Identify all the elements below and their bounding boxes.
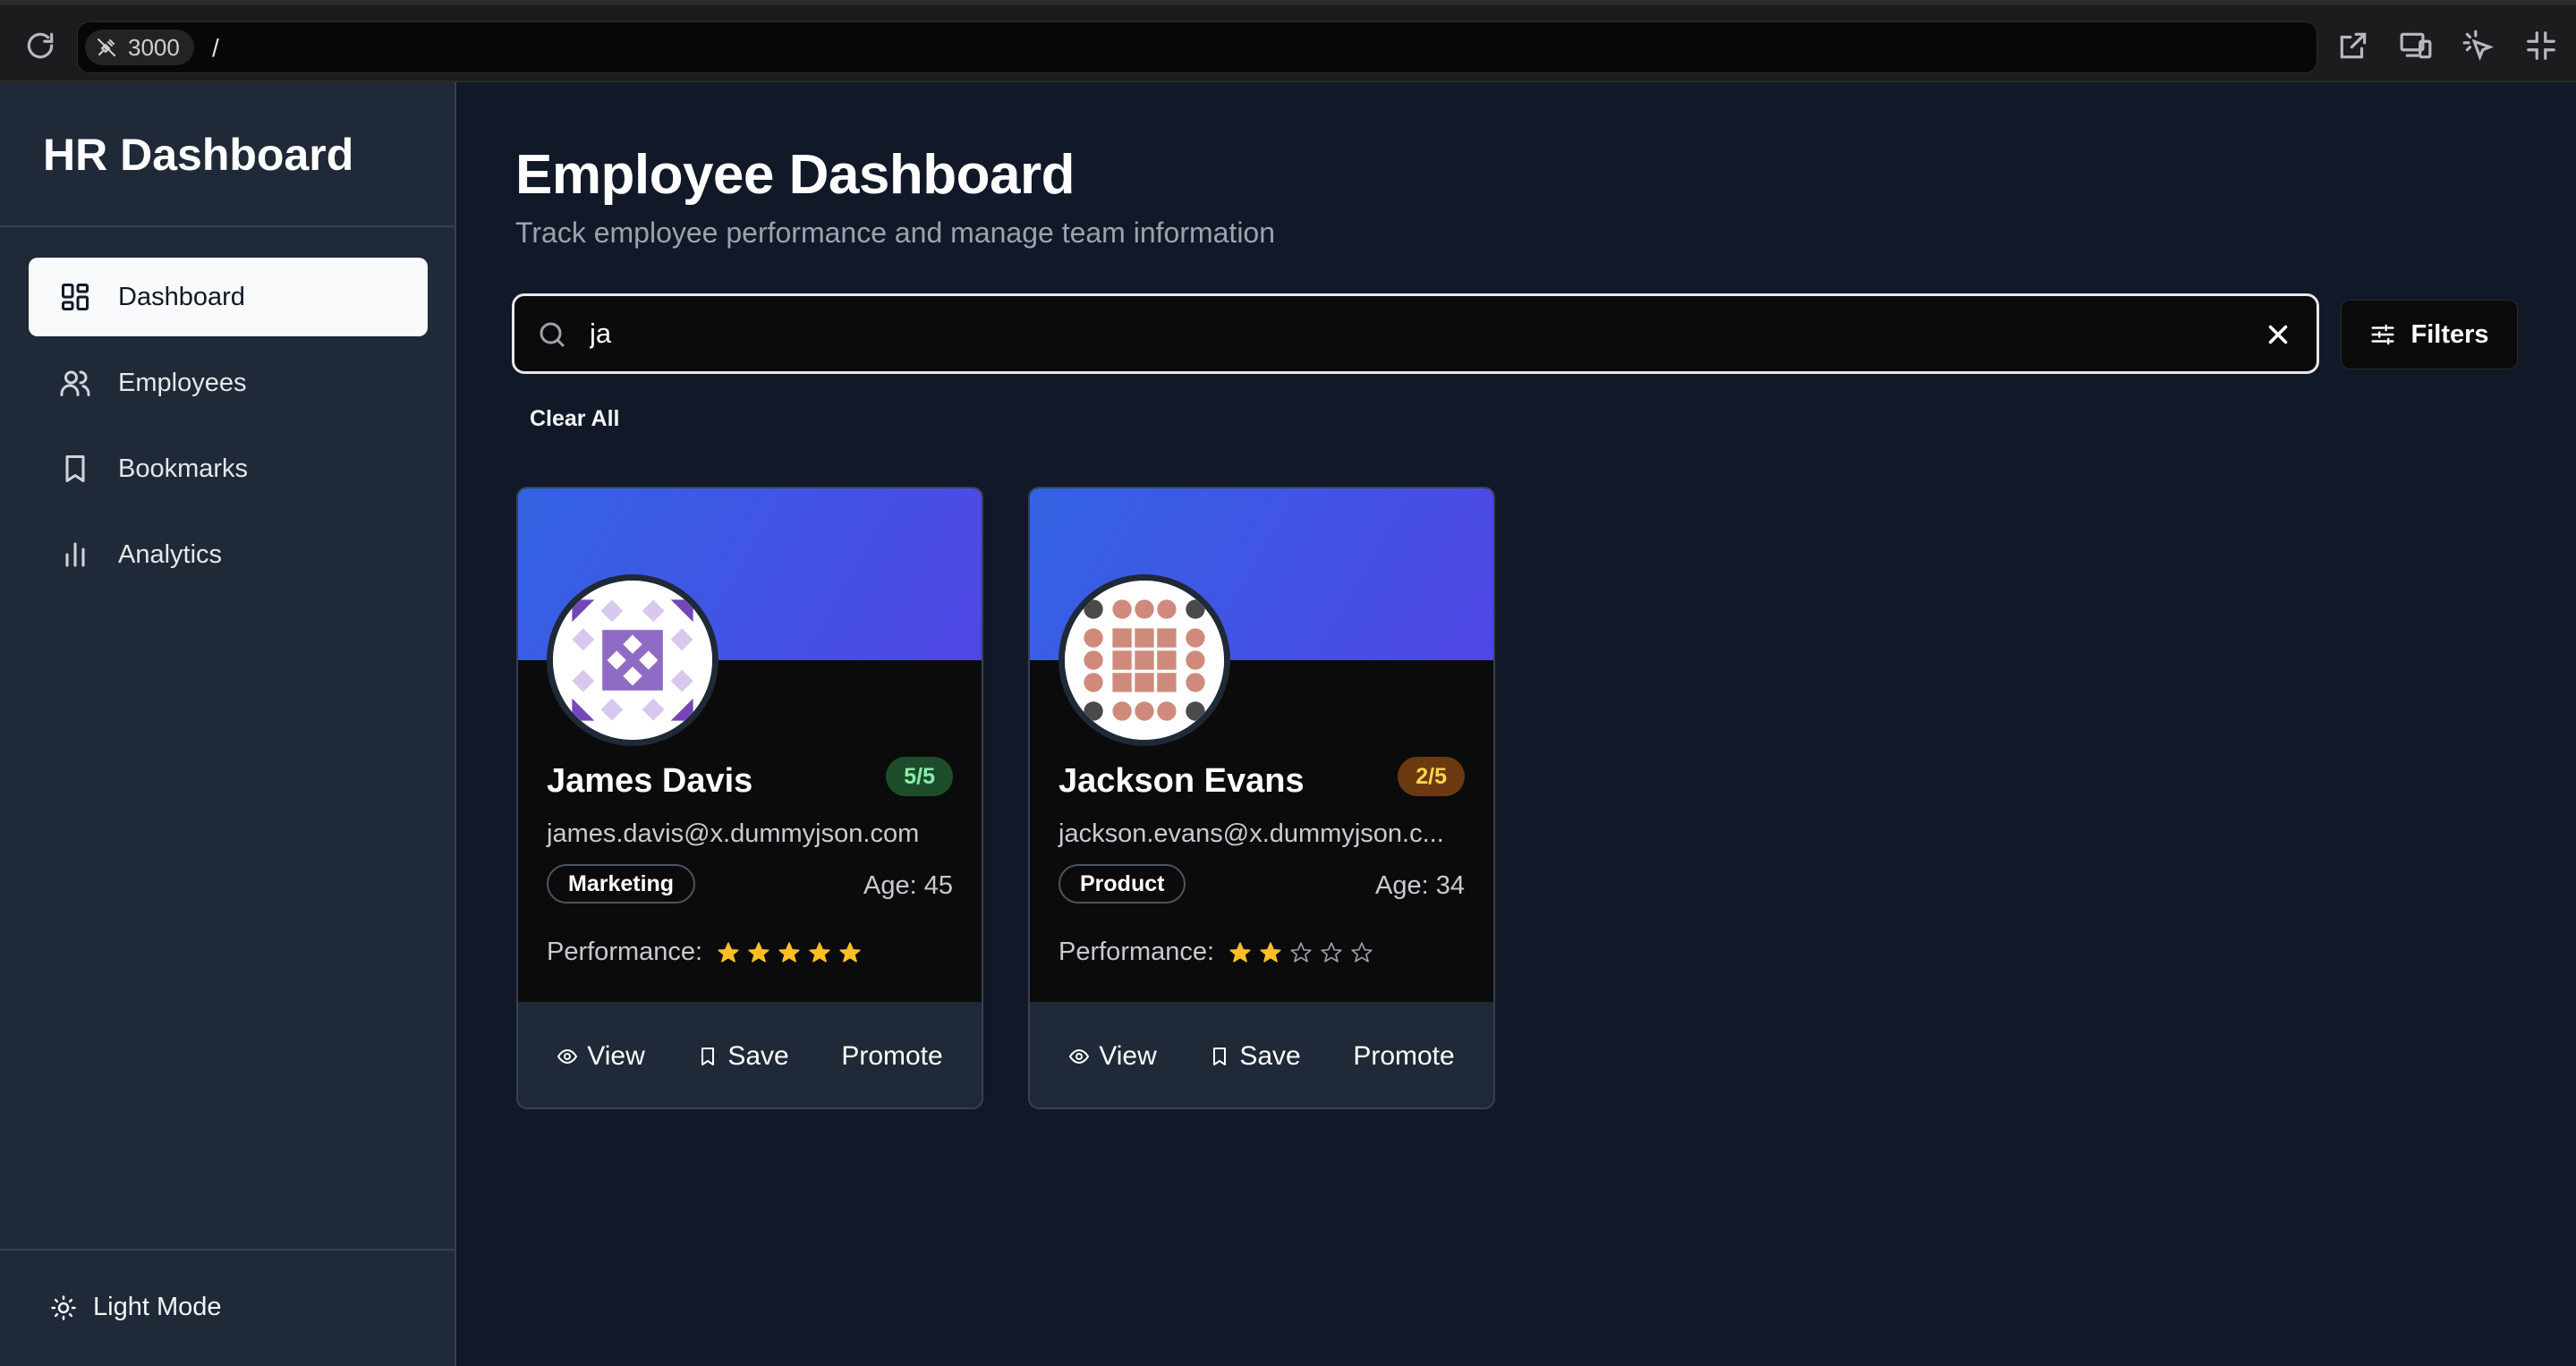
address-bar[interactable]: 3000 / [77, 21, 2317, 73]
employee-card: James Davis 5/5 james.davis@x.dummyjson.… [516, 487, 983, 1109]
view-label: View [1099, 1041, 1157, 1071]
employee-name[interactable]: James Davis [547, 762, 752, 801]
rating-badge: 2/5 [1398, 757, 1465, 796]
reload-icon[interactable] [23, 29, 57, 63]
star-filled-icon [748, 941, 769, 963]
promote-label: Promote [1353, 1041, 1455, 1071]
save-label: Save [727, 1041, 789, 1071]
eye-icon [1069, 1048, 1090, 1065]
bookmark-icon [701, 1048, 715, 1065]
performance-row: Performance: [1058, 938, 1373, 967]
sidebar-item-bookmarks[interactable]: Bookmarks [29, 429, 428, 508]
bar-chart-icon [65, 542, 85, 567]
sidebar-item-label: Bookmarks [118, 454, 249, 483]
promote-label: Promote [841, 1041, 943, 1071]
star-empty-icon [1290, 941, 1312, 963]
card-actions: View Save Promote [518, 1002, 982, 1107]
avatar [547, 574, 718, 746]
sidebar-item-dashboard[interactable]: Dashboard [29, 258, 428, 336]
eye-icon [557, 1048, 578, 1065]
brand-title: HR Dashboard [43, 130, 354, 180]
save-label: Save [1239, 1041, 1301, 1071]
star-rating [717, 941, 862, 964]
star-filled-icon [809, 941, 830, 963]
sun-icon [51, 1294, 76, 1320]
light-mode-label: Light Mode [93, 1293, 222, 1321]
users-icon [60, 370, 90, 396]
clear-search-icon[interactable] [2263, 319, 2293, 350]
save-button[interactable]: Save [1209, 1041, 1301, 1072]
star-rating [1228, 941, 1373, 964]
browser-toolbar: 3000 / [0, 0, 2576, 82]
divider [0, 225, 455, 227]
employee-email: james.davis@x.dummyjson.com [547, 819, 920, 848]
external-link-icon[interactable] [2336, 29, 2370, 63]
sliders-icon [2371, 324, 2394, 345]
plug-icon [98, 38, 115, 56]
employee-age: Age: 45 [863, 871, 953, 900]
view-button[interactable]: View [1068, 1041, 1157, 1072]
view-label: View [587, 1041, 645, 1071]
bookmark-icon [1213, 1048, 1227, 1065]
search-box [512, 293, 2319, 374]
performance-row: Performance: [547, 938, 862, 967]
employee-card: Jackson Evans 2/5 jackson.evans@x.dummyj… [1028, 487, 1495, 1109]
sidebar-item-label: Employees [118, 368, 247, 397]
page-subtitle: Track employee performance and manage te… [515, 216, 1276, 249]
department-pill: Marketing [547, 864, 696, 904]
filters-label: Filters [2410, 319, 2489, 349]
avatar [1058, 574, 1230, 746]
star-empty-icon [1321, 941, 1342, 963]
sidebar-item-employees[interactable]: Employees [29, 344, 428, 422]
sidebar-item-label: Analytics [118, 539, 223, 569]
filters-button[interactable]: Filters [2341, 300, 2518, 369]
search-input[interactable] [590, 310, 2236, 357]
divider [0, 1249, 455, 1251]
card-actions: View Save Promote [1030, 1002, 1493, 1107]
sidebar: HR Dashboard Dashboard Employees Bookmar… [0, 82, 456, 1366]
pointer-select-icon[interactable] [2461, 29, 2495, 63]
department-pill: Product [1058, 864, 1186, 904]
sidebar-item-analytics[interactable]: Analytics [29, 515, 428, 594]
port-number: 3000 [128, 33, 180, 61]
main-content: Employee Dashboard Track employee perfor… [456, 82, 2576, 1366]
employee-email: jackson.evans@x.dummyjson.c... [1058, 819, 1444, 848]
light-mode-toggle[interactable]: Light Mode [50, 1293, 222, 1322]
star-filled-icon [839, 941, 861, 963]
promote-button[interactable]: Promote [841, 1041, 942, 1072]
performance-label: Performance: [547, 938, 703, 966]
sidebar-nav: Dashboard Employees Bookmarks Analytics [29, 258, 428, 601]
sidebar-item-label: Dashboard [118, 282, 245, 311]
search-icon [540, 322, 565, 347]
bookmark-icon [65, 455, 85, 482]
star-filled-icon [1260, 941, 1281, 963]
performance-label: Performance: [1058, 938, 1215, 966]
view-button[interactable]: View [557, 1041, 645, 1072]
save-button[interactable]: Save [697, 1041, 789, 1072]
port-pill[interactable]: 3000 [85, 30, 194, 65]
devices-icon[interactable] [2399, 29, 2433, 63]
star-filled-icon [1229, 941, 1251, 963]
collapse-icon[interactable] [2524, 29, 2558, 63]
clear-all-button[interactable]: Clear All [530, 406, 620, 432]
dashboard-grid-icon [62, 284, 89, 310]
page-title: Employee Dashboard [515, 144, 1075, 206]
star-filled-icon [778, 941, 800, 963]
employee-name[interactable]: Jackson Evans [1058, 762, 1305, 801]
star-empty-icon [1351, 941, 1373, 963]
url-path: / [212, 34, 219, 62]
promote-button[interactable]: Promote [1353, 1041, 1454, 1072]
employee-age: Age: 34 [1375, 871, 1465, 900]
rating-badge: 5/5 [886, 757, 953, 796]
star-filled-icon [718, 941, 739, 963]
